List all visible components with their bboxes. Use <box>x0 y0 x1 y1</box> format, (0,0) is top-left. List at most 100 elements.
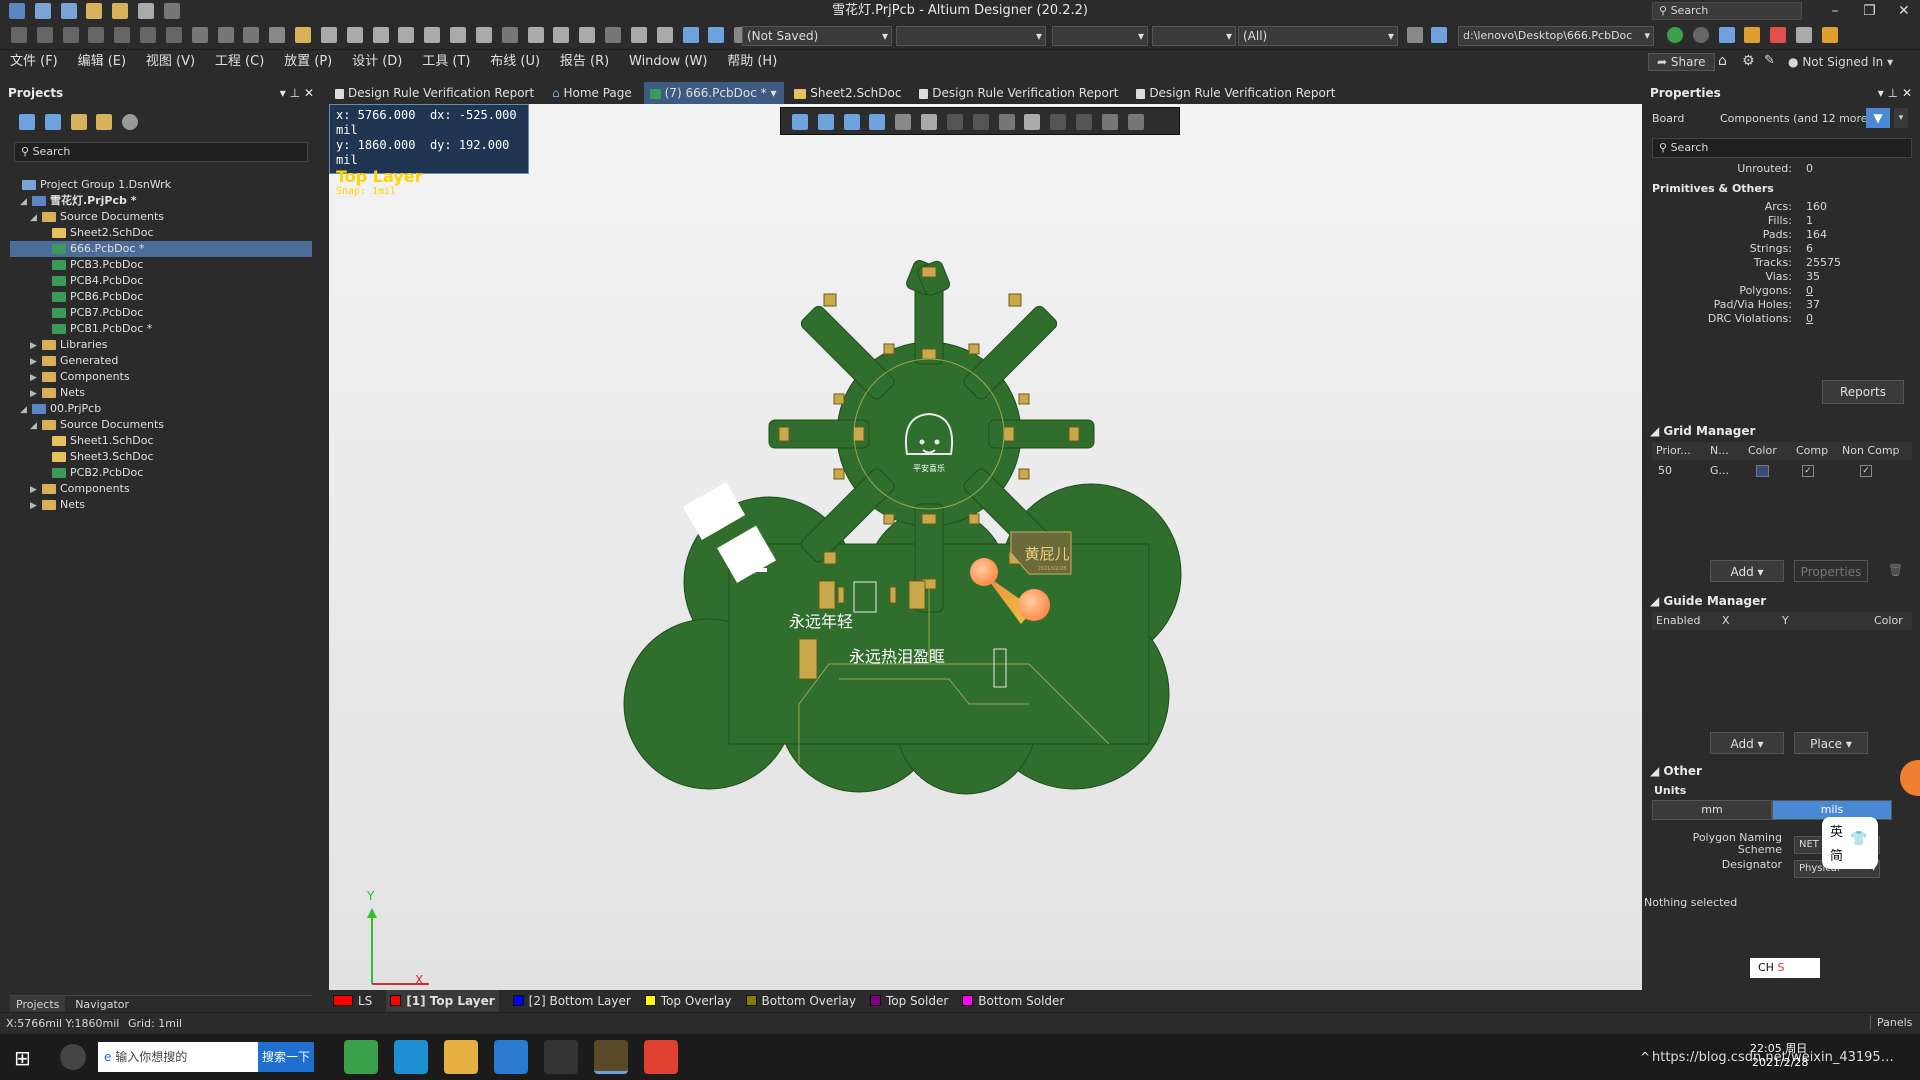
zoom-fit-icon[interactable] <box>398 27 415 43</box>
back-icon[interactable] <box>1667 27 1683 43</box>
zoom-selected-icon[interactable] <box>450 27 467 43</box>
tab-navigator[interactable]: Navigator <box>69 996 135 1013</box>
rubber-stamp-icon[interactable] <box>579 27 596 43</box>
guide-place-button[interactable]: Place ▾ <box>1794 732 1868 754</box>
cut-icon[interactable] <box>501 27 518 43</box>
measure-icon[interactable] <box>1821 27 1838 43</box>
guide-manager-title[interactable]: ◢ Guide Manager <box>1650 594 1766 608</box>
save-doc-icon[interactable] <box>320 27 337 43</box>
layer-stack-icon[interactable] <box>1770 27 1787 43</box>
collapse-icon[interactable]: ◢ <box>20 194 32 210</box>
pcb-canvas[interactable]: 平安喜乐 永远年轻 永远热泪盈眶 黄屁儿 2021/02/28 出入平安 Hap… <box>329 104 1642 990</box>
grid-col-comp[interactable]: Comp <box>1796 442 1828 460</box>
tab-home-page[interactable]: ⌂ Home Page <box>546 82 640 104</box>
copy-icon[interactable] <box>527 27 544 43</box>
component-icon[interactable] <box>269 27 286 43</box>
tab-drc-report-1[interactable]: Design Rule Verification Report <box>329 82 542 104</box>
close-icon[interactable]: ✕ <box>1889 0 1919 22</box>
close-project-icon[interactable] <box>96 114 113 130</box>
menu-help[interactable]: 帮助 (H) <box>719 50 785 74</box>
select-area-icon[interactable] <box>605 27 622 43</box>
project-tree-item[interactable]: Sheet1.SchDoc <box>10 433 312 449</box>
ime-widget[interactable]: 英 简 👕 <box>1822 817 1878 869</box>
layer-tab[interactable]: LS <box>333 990 372 1012</box>
explorer-icon[interactable] <box>444 1040 478 1074</box>
project-tree-item[interactable]: ◢ 00.PrjPcb <box>10 401 312 417</box>
project-tree-item[interactable]: ▶ Components <box>10 369 312 385</box>
paste-icon[interactable] <box>553 27 570 43</box>
project-tree-item[interactable]: PCB1.PcbDoc * <box>10 321 312 337</box>
polygon-icon[interactable] <box>217 27 234 43</box>
project-tree-item[interactable]: ◢ Source Documents <box>10 209 312 225</box>
path-combo[interactable]: d:\lenovo\Desktop\666.PcbDoc ▾ <box>1458 26 1654 46</box>
tab-drc-report-2[interactable]: Design Rule Verification Report <box>913 82 1126 104</box>
project-tree-item[interactable]: ◢ Source Documents <box>10 417 312 433</box>
text-icon[interactable] <box>243 27 260 43</box>
interactive-routing-icon[interactable] <box>817 114 834 130</box>
layer-tab[interactable]: Bottom Overlay <box>745 990 856 1012</box>
layer-set-combo[interactable]: ▾ <box>1152 26 1236 46</box>
diff-pair-route-icon[interactable] <box>946 114 963 130</box>
other-title[interactable]: ◢ Other <box>1650 764 1702 778</box>
grid-col-noncomp[interactable]: Non Comp <box>1842 442 1900 460</box>
project-tree-item[interactable]: PCB6.PcbDoc <box>10 289 312 305</box>
menu-place[interactable]: 放置 (P) <box>276 50 340 74</box>
project-tree-item[interactable]: ▶ Generated <box>10 353 312 369</box>
maximize-icon[interactable]: ❐ <box>1854 0 1884 22</box>
save-all-projects-icon[interactable] <box>44 114 61 130</box>
menu-project[interactable]: 工程 (C) <box>207 50 272 74</box>
open-project-folder-icon[interactable] <box>70 114 87 130</box>
menu-design[interactable]: 设计 (D) <box>344 50 410 74</box>
wires-icon[interactable] <box>1796 27 1813 43</box>
account-button[interactable]: ● Not Signed In ▾ <box>1788 50 1893 74</box>
menu-tools[interactable]: 工具 (T) <box>414 50 478 74</box>
guide-col-x[interactable]: X <box>1722 612 1730 630</box>
project-tree-item[interactable]: PCB4.PcbDoc <box>10 273 312 289</box>
highlight-icon[interactable] <box>1407 27 1423 43</box>
guide-col-color[interactable]: Color <box>1874 612 1903 630</box>
project-tree-item[interactable]: ▶ Nets <box>10 497 312 513</box>
guide-add-button[interactable]: Add ▾ <box>1710 732 1784 754</box>
vscode-icon[interactable] <box>494 1040 528 1074</box>
select-filter-icon[interactable] <box>792 114 808 130</box>
panel-menu-icon[interactable]: ▾ <box>1878 86 1884 100</box>
align-icon[interactable] <box>895 114 912 130</box>
document-icon[interactable] <box>1718 27 1735 43</box>
filter-dropdown[interactable]: ▾ <box>1894 108 1908 128</box>
project-tree-item[interactable]: PCB3.PcbDoc <box>10 257 312 273</box>
layer-tab[interactable]: [2] Bottom Layer <box>512 990 631 1012</box>
panel-menu-icon[interactable]: ▾ <box>280 86 286 100</box>
projects-search-input[interactable]: ⚲ Search <box>14 142 308 162</box>
collapse-icon[interactable]: ◢ <box>20 402 32 418</box>
menu-file[interactable]: 文件 (F) <box>2 50 66 74</box>
route-icon[interactable] <box>11 27 27 43</box>
expand-icon[interactable]: ▶ <box>30 370 42 386</box>
windows-start-icon[interactable]: ⊞ <box>14 1046 31 1070</box>
xmind-icon[interactable] <box>644 1040 678 1074</box>
tray-expand-icon[interactable]: ^ <box>1640 1050 1650 1064</box>
project-tree-item[interactable]: Project Group 1.DsnWrk <box>10 177 312 193</box>
share-button[interactable]: ➦ Share <box>1648 53 1715 71</box>
minimize-icon[interactable]: – <box>1820 0 1850 22</box>
layer-tab[interactable]: Top Overlay <box>644 990 732 1012</box>
chart-icon[interactable] <box>1744 27 1761 43</box>
grid-noncomp-checkbox[interactable]: ✓ <box>1860 465 1872 477</box>
zoom-area-icon[interactable] <box>424 27 441 43</box>
grid-manager-title[interactable]: ◢ Grid Manager <box>1650 424 1755 438</box>
project-tree-item[interactable]: PCB2.PcbDoc <box>10 465 312 481</box>
interactive-route-icon[interactable] <box>36 27 53 43</box>
layer-tab[interactable]: [1] Top Layer <box>386 990 499 1012</box>
undo-action-icon[interactable] <box>708 27 725 43</box>
expand-icon[interactable]: ▶ <box>30 482 42 498</box>
project-tree-item[interactable]: PCB7.PcbDoc <box>10 305 312 321</box>
place-polygon-icon[interactable] <box>1024 114 1041 130</box>
clock-date[interactable]: 2021/2/28 <box>1752 1056 1808 1069</box>
stat-value[interactable]: 0 <box>1806 312 1813 325</box>
place-string-icon[interactable] <box>1101 114 1118 130</box>
project-tree-item[interactable]: 666.PcbDoc * <box>10 241 312 257</box>
save-state-combo[interactable]: (Not Saved) ▾ <box>742 26 892 46</box>
place-fill-icon[interactable] <box>921 114 938 130</box>
menu-route[interactable]: 布线 (U) <box>482 50 548 74</box>
stat-value[interactable]: 0 <box>1806 284 1813 297</box>
project-tree-item[interactable]: ▶ Nets <box>10 385 312 401</box>
